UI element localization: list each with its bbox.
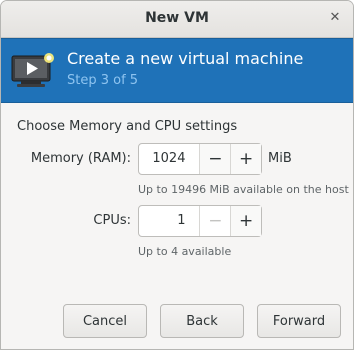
cpus-decrease-button: − <box>199 206 231 236</box>
memory-label: Memory (RAM): <box>30 151 131 166</box>
window-title: New VM <box>145 10 209 26</box>
memory-hint: Up to 19496 MiB available on the host <box>138 183 349 196</box>
cancel-button[interactable]: Cancel <box>63 304 147 338</box>
memory-increase-button[interactable]: + <box>230 144 261 174</box>
memory-value[interactable]: 1024 <box>139 144 199 174</box>
cpus-value[interactable]: 1 <box>139 206 199 236</box>
cpus-increase-button[interactable]: + <box>230 206 261 236</box>
wizard-banner: Create a new virtual machine Step 3 of 5 <box>1 38 353 103</box>
back-button[interactable]: Back <box>160 304 244 338</box>
step-indicator: Step 3 of 5 <box>67 73 139 88</box>
memory-unit: MiB <box>268 151 292 166</box>
cpus-label: CPUs: <box>93 213 131 228</box>
memory-decrease-button[interactable]: − <box>199 144 231 174</box>
new-vm-dialog: New VM ✕ Create a new virtual machine St… <box>0 0 354 350</box>
titlebar: New VM ✕ <box>1 1 353 38</box>
section-heading: Choose Memory and CPU settings <box>17 119 238 134</box>
close-icon[interactable]: ✕ <box>326 9 344 27</box>
cpus-spinbutton[interactable]: 1 − + <box>138 205 262 237</box>
vm-monitor-icon <box>11 53 54 87</box>
forward-button[interactable]: Forward <box>257 304 341 338</box>
cpus-hint: Up to 4 available <box>138 245 232 258</box>
banner-title: Create a new virtual machine <box>67 49 304 68</box>
memory-spinbutton[interactable]: 1024 − + <box>138 143 262 175</box>
